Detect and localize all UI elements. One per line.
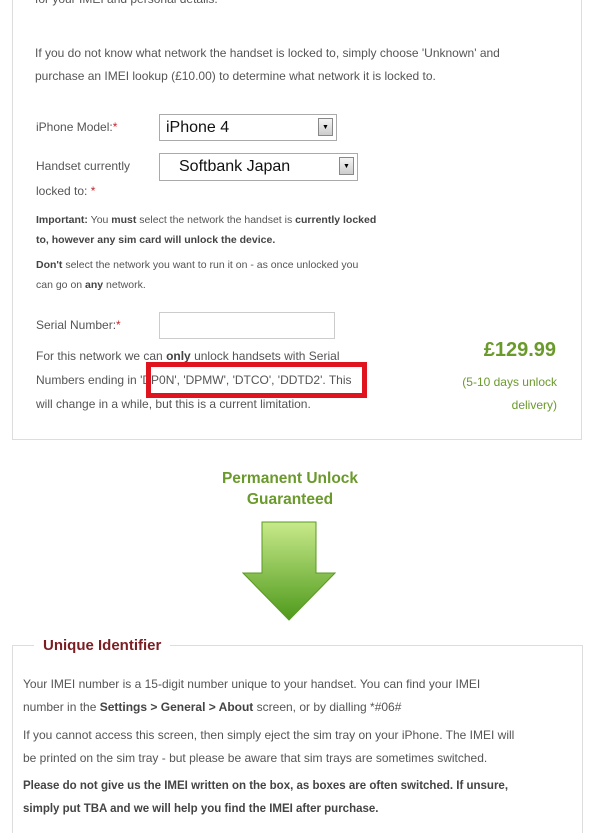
model-select-value: iPhone 4 xyxy=(166,118,230,136)
imei-info: If you cannot access this screen, then s… xyxy=(23,728,515,742)
chevron-down-icon[interactable]: ▼ xyxy=(318,118,333,136)
price: £129.99 xyxy=(483,339,556,361)
unknown-note-line: purchase an IMEI lookup (£10.00) to dete… xyxy=(35,69,436,83)
network-select[interactable]: Softbank Japan ▼ xyxy=(159,153,358,181)
important-note: can go on any network. xyxy=(36,279,146,291)
important-note: Don't select the network you want to run… xyxy=(36,259,359,271)
model-select[interactable]: iPhone 4 ▼ xyxy=(159,114,337,141)
intro-text: for your IMEI and personal details. xyxy=(35,0,218,10)
imei-warning: Please do not give us the IMEI written o… xyxy=(23,780,509,792)
network-label: locked to: * xyxy=(36,184,96,198)
important-note: to, however any sim card will unlock the… xyxy=(36,234,276,246)
imei-info: number in the Settings > General > About… xyxy=(23,700,402,714)
serial-label: Serial Number:* xyxy=(36,318,121,332)
guarantee-text: Permanent Unlock Guaranteed xyxy=(221,470,359,508)
model-label: iPhone Model:* xyxy=(36,120,118,134)
delivery-time: (5-10 days unlock delivery) xyxy=(462,375,557,412)
network-select-value: Softbank Japan xyxy=(179,158,291,175)
unique-identifier-legend: Unique Identifier xyxy=(34,635,171,657)
unknown-note-line: If you do not know what network the hand… xyxy=(35,46,500,60)
serial-number-input[interactable] xyxy=(159,312,335,339)
chevron-down-icon[interactable]: ▼ xyxy=(339,157,354,175)
down-arrow-icon xyxy=(242,521,336,621)
important-note: Important: You must select the network t… xyxy=(36,214,377,226)
network-label: Handset currently xyxy=(36,159,131,173)
imei-warning: simply put TBA and we will help you find… xyxy=(23,803,379,815)
imei-info: Your IMEI number is a 15-digit number un… xyxy=(23,677,481,691)
highlight-box xyxy=(146,362,367,398)
imei-info: be printed on the sim tray - but please … xyxy=(23,751,488,765)
